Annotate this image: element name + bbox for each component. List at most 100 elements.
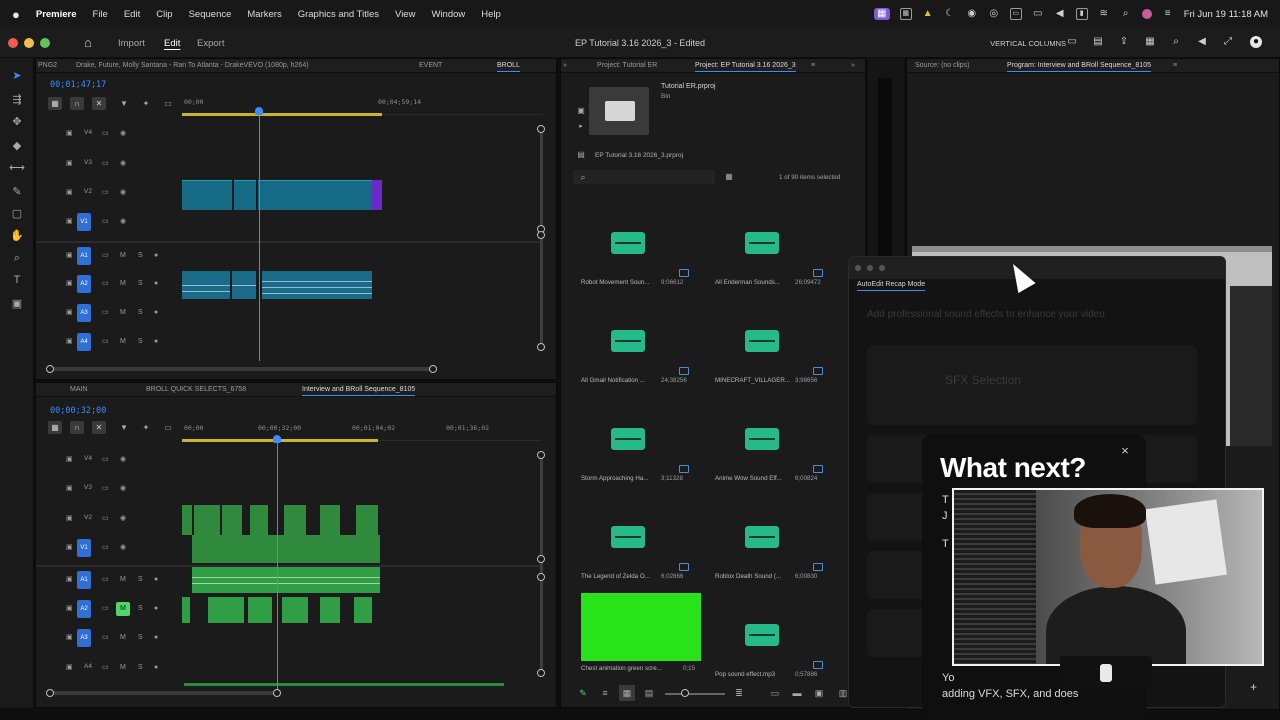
tab-png2[interactable]: PNG2 bbox=[38, 62, 57, 69]
video-clip[interactable] bbox=[182, 180, 232, 210]
video-clip[interactable] bbox=[356, 505, 378, 535]
mic-icon[interactable]: ● bbox=[154, 634, 162, 642]
tab-program[interactable]: Program: Interview and BRoll Sequence_81… bbox=[1007, 62, 1151, 72]
layout-icon[interactable]: ▦ bbox=[1144, 36, 1156, 48]
lock-icon[interactable]: ▣ bbox=[66, 456, 74, 464]
search-icon[interactable]: ⌕ bbox=[1120, 8, 1132, 20]
hand-icon[interactable]: ✋ bbox=[9, 228, 25, 244]
track-a4[interactable]: ▣ A4 ▭ M S ● bbox=[36, 655, 546, 683]
audio-clip[interactable] bbox=[248, 597, 272, 623]
scroll-handle[interactable] bbox=[537, 231, 545, 239]
ripple-edit-icon[interactable]: ✥ bbox=[9, 114, 25, 130]
playhead-timecode[interactable]: 00;01;47;17 bbox=[50, 80, 106, 90]
zoom-slider-handle[interactable] bbox=[681, 689, 689, 697]
solo-icon[interactable]: S bbox=[138, 280, 146, 288]
main-audio-clip[interactable] bbox=[192, 567, 380, 593]
lock-icon[interactable]: ▣ bbox=[66, 252, 74, 260]
audio-clip[interactable] bbox=[182, 597, 190, 623]
menu-graphics[interactable]: Graphics and Titles bbox=[298, 9, 379, 20]
eye-icon[interactable]: ◉ bbox=[120, 189, 128, 197]
solo-icon[interactable]: S bbox=[138, 576, 146, 584]
mute-icon[interactable]: M bbox=[120, 338, 128, 346]
eye-icon[interactable]: ◉ bbox=[120, 544, 128, 552]
sync-icon[interactable]: ▭ bbox=[102, 280, 110, 288]
tab-event[interactable]: EVENT bbox=[419, 62, 442, 69]
track-v4[interactable]: ▣ V4 ▭ ◉ bbox=[36, 121, 546, 149]
wrench-icon[interactable]: ✦ bbox=[138, 96, 154, 112]
display-icon[interactable]: ▭ bbox=[1032, 8, 1044, 20]
tab-broll[interactable]: BROLL bbox=[497, 62, 520, 72]
add-icon[interactable]: + bbox=[1250, 680, 1257, 694]
menu-window[interactable]: Window bbox=[431, 9, 465, 20]
track-v1[interactable]: V1 ▣ ▭ ◉ bbox=[36, 209, 546, 237]
scroll-handle[interactable] bbox=[537, 343, 545, 351]
type-tool-icon[interactable]: T bbox=[9, 272, 25, 288]
eye-icon[interactable]: ◉ bbox=[120, 515, 128, 523]
linked-selection-icon[interactable]: ✕ bbox=[92, 97, 106, 110]
audio-clip[interactable] bbox=[262, 271, 372, 299]
sync-icon[interactable]: ▭ bbox=[102, 160, 110, 168]
solo-icon[interactable]: S bbox=[138, 664, 146, 672]
video-clip-purple[interactable] bbox=[372, 180, 382, 210]
volume-icon[interactable]: ◀ bbox=[1054, 8, 1066, 20]
horizontal-scrollbar[interactable] bbox=[50, 691, 278, 695]
sync-icon[interactable]: ▭ bbox=[102, 130, 110, 138]
sync-icon[interactable]: ▭ bbox=[102, 189, 110, 197]
lock-icon[interactable]: ▣ bbox=[66, 576, 74, 584]
pencil-icon[interactable]: ✎ bbox=[575, 685, 591, 701]
scroll-handle-left[interactable] bbox=[46, 689, 54, 697]
sfx-section[interactable]: SFX Selection bbox=[867, 345, 1197, 425]
new-search-bin-icon[interactable]: ▦ bbox=[721, 169, 737, 185]
captions-toggle-icon[interactable]: ▭ bbox=[160, 420, 176, 436]
lock-icon[interactable]: ▣ bbox=[66, 309, 74, 317]
play-bin-icon[interactable]: ▸ bbox=[573, 119, 589, 135]
playhead-line[interactable] bbox=[259, 111, 260, 361]
video-clip[interactable] bbox=[320, 505, 340, 535]
lock-icon[interactable]: ▣ bbox=[66, 634, 74, 642]
mute-icon[interactable]: M bbox=[120, 664, 128, 672]
source-patch-v1[interactable]: V1 bbox=[77, 539, 91, 557]
asset-item[interactable]: All Gmail Notification ... 24;38256 bbox=[567, 307, 695, 403]
track-v3[interactable]: ▣ V3 ▭ ◉ bbox=[36, 476, 546, 504]
scroll-handle-right[interactable] bbox=[273, 689, 281, 697]
sync-icon[interactable]: ▭ bbox=[102, 338, 110, 346]
eye-icon[interactable]: ◉ bbox=[120, 130, 128, 138]
track-a3[interactable]: A3 ▣ ▭ M S ● bbox=[36, 300, 546, 328]
panel-icon[interactable]: ▤ bbox=[1092, 36, 1104, 48]
video-clip[interactable] bbox=[194, 505, 220, 535]
account-icon[interactable]: ● bbox=[1250, 36, 1262, 48]
grid-icon[interactable]: ▦ bbox=[899, 8, 912, 20]
close-window-icon[interactable] bbox=[8, 38, 18, 48]
mute-active-icon[interactable]: M bbox=[116, 602, 130, 616]
tab-overflow-icon[interactable]: » bbox=[851, 62, 855, 69]
scroll-handle[interactable] bbox=[537, 451, 545, 459]
sync-icon[interactable]: ▭ bbox=[102, 515, 110, 523]
time-ruler[interactable]: 00;00 00;04;59;14 bbox=[182, 97, 542, 116]
webcam-controls[interactable] bbox=[1060, 656, 1152, 690]
menu-sequence[interactable]: Sequence bbox=[189, 9, 232, 20]
home-icon[interactable]: ⌂ bbox=[84, 35, 92, 50]
lock-icon[interactable]: ▣ bbox=[66, 218, 74, 226]
scroll-handle[interactable] bbox=[537, 669, 545, 677]
menu-app[interactable]: Premiere bbox=[36, 9, 77, 20]
tab-source[interactable]: Source: (no clips) bbox=[915, 62, 969, 69]
clock[interactable]: Fri Jun 19 11:18 AM bbox=[1184, 9, 1268, 20]
video-clip[interactable] bbox=[182, 505, 192, 535]
lock-icon[interactable]: ▣ bbox=[66, 130, 74, 138]
tab-main[interactable]: MAIN bbox=[70, 386, 88, 393]
slip-icon[interactable]: ⟷ bbox=[9, 160, 25, 176]
lock-icon[interactable]: ▣ bbox=[66, 280, 74, 288]
warning-icon[interactable]: ▲ bbox=[922, 8, 934, 20]
video-clip[interactable] bbox=[250, 505, 268, 535]
marker-icon[interactable]: ▼ bbox=[116, 96, 132, 112]
project-search-input[interactable]: ⌕ bbox=[573, 170, 715, 184]
video-clip[interactable] bbox=[258, 180, 372, 210]
automate-icon[interactable]: ▭ bbox=[767, 685, 783, 701]
snap-icon[interactable]: ∩ bbox=[70, 421, 84, 434]
track-a3[interactable]: A3 ▣ ▭ M S ● bbox=[36, 625, 546, 653]
recording-icon[interactable]: ▦ bbox=[873, 8, 890, 20]
sync-icon[interactable]: ▭ bbox=[102, 309, 110, 317]
rectangle-icon[interactable]: ▢ bbox=[9, 206, 25, 222]
zoom-slider[interactable] bbox=[665, 693, 725, 695]
lock-bin-icon[interactable]: ▣ bbox=[573, 103, 589, 119]
